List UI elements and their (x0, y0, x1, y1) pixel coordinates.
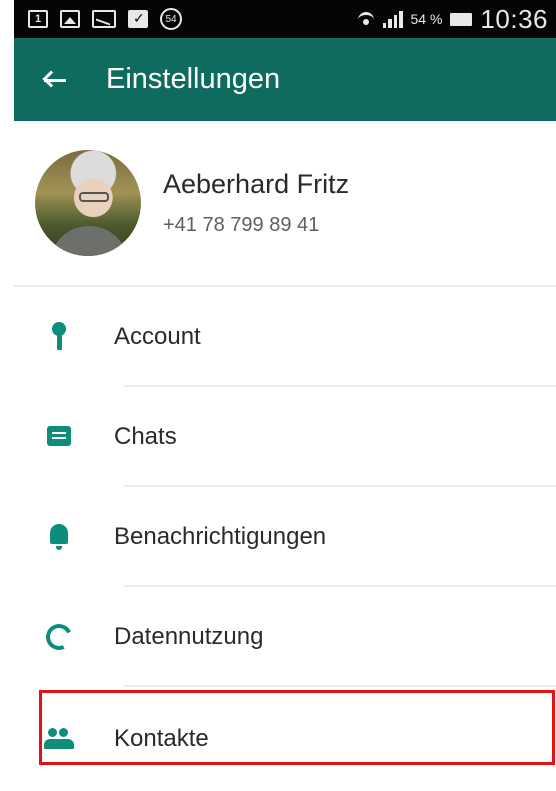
menu-item-label: Datennutzung (114, 623, 264, 650)
gallery-notification-icon (60, 10, 80, 28)
profile-text: Aeberhard Fritz +41 78 799 89 41 (163, 169, 349, 237)
menu-item-label: Kontakte (114, 725, 209, 752)
battery-icon (450, 12, 473, 26)
avatar-glasses (79, 192, 109, 202)
signal-icon (382, 10, 403, 28)
wifi-icon (357, 11, 375, 27)
profile-name: Aeberhard Fritz (163, 169, 350, 199)
avatar[interactable] (35, 150, 141, 256)
menu-item-data-usage[interactable]: Datennutzung (14, 587, 556, 687)
clock: 10:36 (480, 3, 548, 34)
back-arrow-icon[interactable] (36, 60, 76, 100)
status-bar: 1 54 54 % 10:36 (14, 0, 556, 38)
menu-item-notifications[interactable]: Benachrichtigungen (14, 487, 556, 587)
battery-percent: 54 % (410, 11, 443, 27)
notification-count-badge: 54 (160, 8, 182, 30)
menu-item-label: Chats (114, 423, 177, 450)
chat-icon (44, 422, 74, 452)
message-notification-icon (92, 10, 116, 28)
menu-item-label: Account (114, 323, 201, 350)
app-bar: Einstellungen (14, 38, 556, 121)
avatar-shirt (49, 226, 129, 256)
page-title: Einstellungen (106, 63, 281, 95)
key-icon (44, 322, 74, 352)
menu-item-label: Benachrichtigungen (114, 523, 327, 550)
sim-icon: 1 (28, 10, 48, 28)
menu-item-contacts[interactable]: Kontakte (14, 687, 556, 791)
menu-item-account[interactable]: Account (14, 287, 556, 387)
data-usage-icon (44, 622, 74, 652)
menu-item-chats[interactable]: Chats (14, 387, 556, 487)
contacts-icon (44, 724, 74, 754)
bell-icon (44, 522, 74, 552)
profile-phone: +41 78 799 89 41 (163, 214, 320, 236)
profile-row[interactable]: Aeberhard Fritz +41 78 799 89 41 (14, 121, 556, 285)
task-notification-icon (128, 10, 148, 28)
settings-menu: Account Chats Benachrichtigungen Datennu… (14, 287, 556, 791)
